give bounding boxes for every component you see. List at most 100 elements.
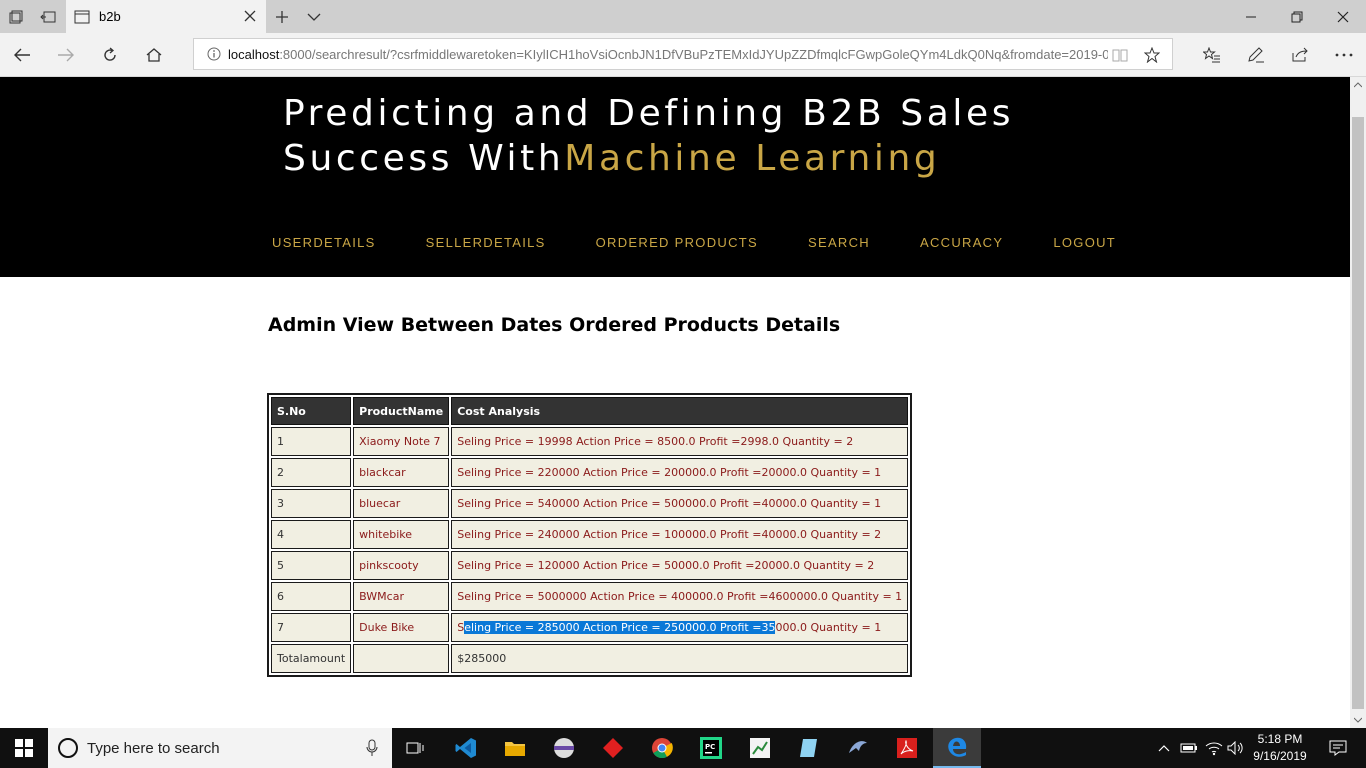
chrome-icon bbox=[652, 738, 673, 759]
selected-text[interactable]: eling Price = 285000 Action Price = 2500… bbox=[464, 621, 776, 634]
favorites-hub-button[interactable] bbox=[1194, 37, 1230, 73]
header-product-name: ProductName bbox=[353, 397, 450, 425]
microphone-icon[interactable] bbox=[366, 739, 378, 757]
scroll-thumb[interactable] bbox=[1352, 117, 1364, 709]
taskbar-search-placeholder: Type here to search bbox=[87, 739, 220, 757]
table-row: 5 pinkscooty Seling Price = 120000 Actio… bbox=[271, 551, 909, 580]
tab-title: b2b bbox=[99, 9, 121, 24]
favorite-button[interactable] bbox=[1140, 43, 1164, 67]
cell-product-name: Duke Bike bbox=[353, 613, 450, 642]
site-title: Predicting and Defining B2B Sales Succes… bbox=[283, 91, 1014, 181]
site-title-line1: Predicting and Defining B2B Sales bbox=[283, 93, 1015, 134]
cell-cost-analysis: Seling Price = 240000 Action Price = 100… bbox=[451, 520, 909, 549]
cell-sno: 7 bbox=[271, 613, 352, 642]
menu-search[interactable]: SEARCH bbox=[808, 235, 870, 250]
more-button[interactable] bbox=[1326, 37, 1362, 73]
menu-sellerdetails[interactable]: SELLERDETAILS bbox=[426, 235, 546, 250]
set-tabs-aside-button[interactable] bbox=[32, 0, 64, 33]
tab-b2b[interactable]: b2b bbox=[66, 0, 266, 33]
browser-tab-bar: b2b bbox=[0, 0, 1366, 33]
table-row: 3 bluecar Seling Price = 540000 Action P… bbox=[271, 489, 909, 518]
taskbar-app-red-diamond[interactable] bbox=[589, 728, 637, 768]
page-scrollbar[interactable] bbox=[1350, 77, 1366, 728]
cell-cost-analysis: Seling Price = 120000 Action Price = 500… bbox=[451, 551, 909, 580]
home-button[interactable] bbox=[136, 37, 172, 73]
share-button[interactable] bbox=[1282, 37, 1318, 73]
taskbar-app-cyan[interactable] bbox=[785, 728, 833, 768]
menu-ordered-products[interactable]: ORDERED PRODUCTS bbox=[596, 235, 758, 250]
tab-actions-button[interactable] bbox=[0, 0, 32, 33]
clock-time: 5:18 PM bbox=[1257, 732, 1303, 746]
taskbar-app-stripe[interactable] bbox=[540, 728, 588, 768]
site-title-prefix: Success With bbox=[283, 138, 565, 179]
scroll-up-icon[interactable] bbox=[1354, 81, 1362, 89]
analysis-text-post: 000.0 Quantity = 1 bbox=[775, 621, 882, 634]
plus-icon bbox=[276, 10, 288, 23]
taskbar-search-box[interactable]: Type here to search bbox=[48, 728, 392, 768]
refresh-button[interactable] bbox=[92, 37, 128, 73]
show-hidden-icons-button[interactable] bbox=[1152, 728, 1176, 768]
menu-userdetails[interactable]: USERDETAILS bbox=[272, 235, 376, 250]
cell-sno: 2 bbox=[271, 458, 352, 487]
table-row: 6 BWMcar Seling Price = 5000000 Action P… bbox=[271, 582, 909, 611]
menu-accuracy[interactable]: ACCURACY bbox=[920, 235, 1003, 250]
total-product-cell bbox=[353, 644, 450, 673]
reading-view-button[interactable] bbox=[1108, 43, 1132, 67]
cell-cost-analysis[interactable]: Seling Price = 285000 Action Price = 250… bbox=[451, 613, 909, 642]
cortana-icon bbox=[58, 738, 78, 758]
battery-icon bbox=[1180, 743, 1197, 753]
cell-sno: 1 bbox=[271, 427, 352, 456]
back-button[interactable] bbox=[4, 37, 40, 73]
info-icon bbox=[207, 47, 221, 61]
cell-sno: 4 bbox=[271, 520, 352, 549]
cyan-app-icon bbox=[800, 739, 817, 757]
cell-product-name: BWMcar bbox=[353, 582, 450, 611]
taskbar-app-dolphin[interactable] bbox=[834, 728, 882, 768]
taskbar-file-explorer[interactable] bbox=[491, 728, 539, 768]
web-note-button[interactable] bbox=[1238, 37, 1274, 73]
menu-logout[interactable]: LOGOUT bbox=[1053, 235, 1116, 250]
action-center-button[interactable] bbox=[1318, 728, 1358, 768]
wifi-icon bbox=[1205, 742, 1223, 756]
taskbar-clock[interactable]: 5:18 PM 9/16/2019 bbox=[1248, 731, 1312, 765]
battery-button[interactable] bbox=[1177, 728, 1201, 768]
site-header: Predicting and Defining B2B Sales Succes… bbox=[0, 77, 1350, 277]
taskbar-vscode[interactable] bbox=[442, 728, 490, 768]
forward-button[interactable] bbox=[48, 37, 84, 73]
more-icon bbox=[1335, 53, 1353, 57]
taskbar-chart-app[interactable] bbox=[736, 728, 784, 768]
taskbar-chrome[interactable] bbox=[638, 728, 686, 768]
cell-product-name: whitebike bbox=[353, 520, 450, 549]
restore-button[interactable] bbox=[1274, 0, 1320, 33]
main-menu: USERDETAILS SELLERDETAILS ORDERED PRODUC… bbox=[272, 235, 1166, 250]
close-window-button[interactable] bbox=[1320, 0, 1366, 33]
task-view-button[interactable] bbox=[392, 728, 440, 768]
pdf-icon bbox=[897, 738, 917, 758]
cell-product-name: bluecar bbox=[353, 489, 450, 518]
refresh-icon bbox=[104, 47, 116, 61]
page-viewport: Predicting and Defining B2B Sales Succes… bbox=[0, 77, 1350, 728]
site-info-button[interactable] bbox=[200, 47, 228, 61]
new-tab-button[interactable] bbox=[266, 0, 298, 33]
site-title-accent: Machine Learning bbox=[564, 138, 941, 179]
minimize-button[interactable] bbox=[1228, 0, 1274, 33]
address-bar[interactable]: localhost:8000/searchresult/?csrfmiddlew… bbox=[193, 38, 1173, 70]
start-button[interactable] bbox=[0, 728, 48, 768]
taskbar-edge[interactable] bbox=[933, 728, 981, 768]
address-url[interactable]: localhost:8000/searchresult/?csrfmiddlew… bbox=[228, 47, 1108, 62]
page-icon bbox=[74, 10, 90, 23]
total-row: Totalamount $285000 bbox=[271, 644, 909, 673]
cell-product-name: Xiaomy Note 7 bbox=[353, 427, 450, 456]
volume-button[interactable] bbox=[1224, 728, 1248, 768]
scroll-down-icon[interactable] bbox=[1354, 716, 1362, 724]
network-button[interactable] bbox=[1202, 728, 1226, 768]
address-path: :8000/searchresult/?csrfmiddlewaretoken=… bbox=[279, 46, 1108, 62]
tab-close-button[interactable] bbox=[242, 8, 258, 24]
back-tabs-icon bbox=[40, 11, 56, 22]
taskbar-acrobat[interactable] bbox=[883, 728, 931, 768]
svg-text:PC: PC bbox=[705, 743, 715, 751]
task-view-icon bbox=[406, 742, 424, 754]
taskbar-pycharm[interactable]: PC bbox=[687, 728, 735, 768]
tab-preview-button[interactable] bbox=[298, 0, 330, 33]
cell-sno: 3 bbox=[271, 489, 352, 518]
